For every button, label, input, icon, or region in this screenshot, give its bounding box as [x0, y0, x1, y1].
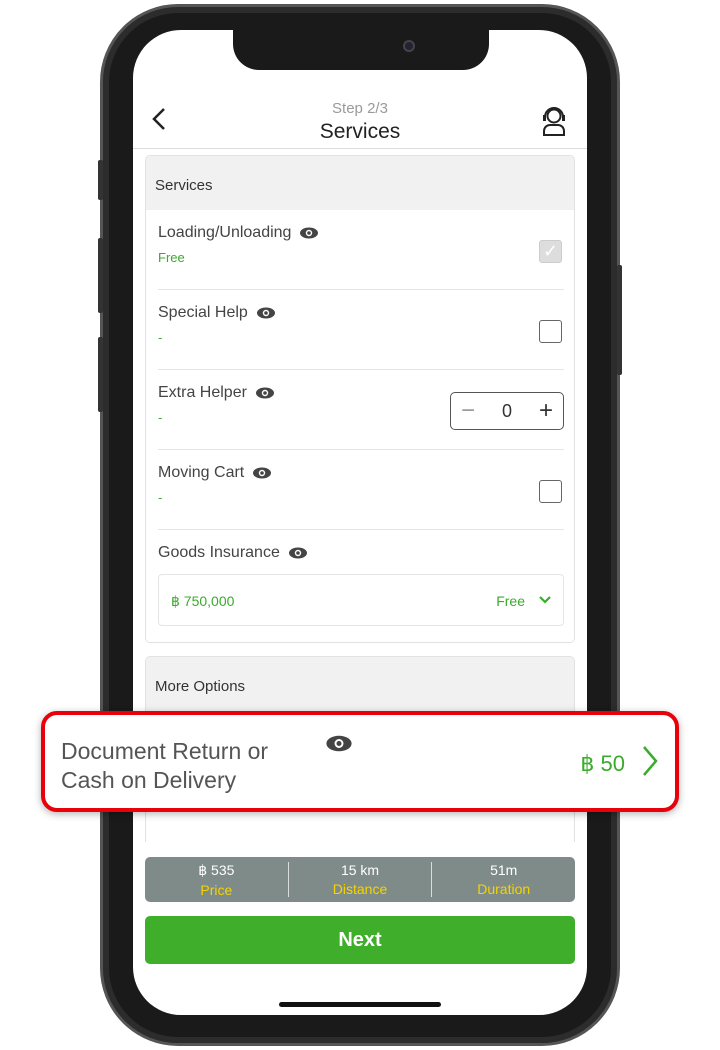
service-label: Extra Helper	[158, 384, 247, 401]
eye-icon[interactable]	[299, 227, 319, 239]
service-label: Special Help	[158, 304, 248, 321]
insurance-value: ฿ 750,000	[171, 593, 235, 609]
next-button[interactable]: Next	[145, 916, 575, 964]
summary-duration: 51m Duration	[431, 862, 575, 897]
service-row: Extra Helper - − 0 +	[158, 370, 564, 450]
summary-price: ฿ 535 Price	[198, 862, 235, 898]
special-help-checkbox[interactable]	[539, 320, 562, 343]
service-label: Moving Cart	[158, 464, 245, 481]
plus-button[interactable]: +	[539, 397, 553, 425]
trip-summary: ฿ 535 Price 15 km Distance 51m Duration	[145, 857, 575, 902]
chevron-right-icon	[643, 746, 658, 776]
support-button[interactable]	[541, 106, 567, 141]
section-title: More Options	[146, 657, 574, 711]
eye-icon[interactable]	[288, 547, 308, 559]
option-price: ฿ 50	[580, 751, 625, 776]
phone-button	[98, 160, 103, 200]
agent-headset-icon	[543, 107, 565, 136]
loading-checkbox[interactable]: ✓	[539, 240, 562, 263]
eye-icon[interactable]	[252, 467, 272, 479]
moving-cart-checkbox[interactable]	[539, 480, 562, 503]
screen: Step 2/3 Services Services Loading/Unloa…	[133, 30, 587, 1015]
eye-icon[interactable]	[325, 735, 353, 752]
service-price: -	[158, 330, 163, 345]
phone-button	[98, 238, 103, 313]
option-label: Document Return or Cash on Delivery	[61, 738, 269, 793]
step-indicator: Step 2/3	[332, 100, 388, 117]
notch	[233, 30, 489, 70]
eye-icon[interactable]	[256, 307, 276, 319]
chevron-down-icon	[539, 596, 551, 604]
service-row: Special Help -	[158, 290, 564, 370]
stepper-value: 0	[501, 400, 512, 421]
service-label: Loading/Unloading	[158, 224, 292, 241]
document-return-option-highlight[interactable]: Document Return or Cash on Delivery ฿ 50	[41, 711, 679, 812]
service-price: -	[158, 410, 163, 425]
summary-distance: 15 km Distance	[287, 862, 432, 897]
minus-button[interactable]: −	[461, 397, 475, 425]
phone-button	[98, 337, 103, 412]
section-title: Services	[146, 156, 574, 210]
service-price: Free	[158, 250, 185, 265]
home-indicator	[279, 1002, 441, 1007]
service-row: Loading/Unloading Free ✓	[158, 210, 564, 290]
extra-helper-stepper: − 0 +	[450, 392, 564, 430]
insurance-dropdown[interactable]: ฿ 750,000 Free	[158, 574, 564, 626]
page-title: Services	[319, 120, 401, 143]
service-row: Moving Cart -	[158, 450, 564, 530]
phone-button	[617, 265, 622, 375]
services-panel: Services Loading/Unloading Free ✓ Specia…	[145, 155, 575, 643]
service-price: -	[158, 490, 163, 505]
eye-icon[interactable]	[255, 387, 275, 399]
header-divider	[133, 148, 587, 149]
service-label: Goods Insurance	[158, 544, 280, 561]
insurance-price: Free	[496, 593, 525, 609]
